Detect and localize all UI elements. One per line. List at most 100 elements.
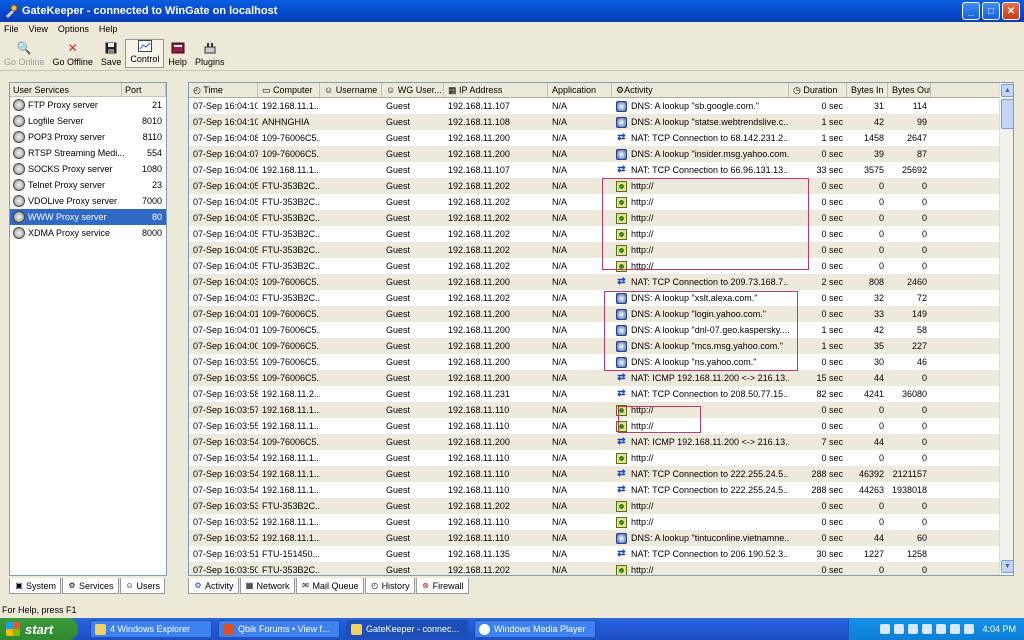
- table-row[interactable]: 07-Sep 16:03:53 FTU-353B2C... Guest 192.168…: [189, 498, 999, 514]
- table-row[interactable]: 07-Sep 16:03:54 192.168.11.1... Guest 192.1…: [189, 482, 999, 498]
- tab-activity[interactable]: ⚙ Activity: [188, 578, 239, 594]
- col-computer[interactable]: ▭ Computer: [258, 83, 320, 97]
- col-application[interactable]: Application: [548, 83, 612, 97]
- service-item[interactable]: WWW Proxy server 80: [10, 209, 166, 225]
- cell-bytes-out: 0: [921, 245, 927, 255]
- services-header-port[interactable]: Port: [122, 83, 166, 96]
- table-row[interactable]: 07-Sep 16:04:05 FTU-353B2C... Guest 192.168…: [189, 194, 999, 210]
- main-tabs: ⚙ Activity ▦ Network ✉ Mail Queue ◴ History …: [188, 578, 470, 594]
- table-row[interactable]: 07-Sep 16:03:51 FTU-151450... Guest 192.168…: [189, 546, 999, 562]
- table-row[interactable]: 07-Sep 16:03:50 FTU-353B2C... Guest 192.168…: [189, 562, 999, 575]
- grid-body: 07-Sep 16:04:10 192.168.11.1... Guest 192.1…: [189, 98, 999, 575]
- minimize-button[interactable]: _: [962, 2, 980, 20]
- table-row[interactable]: 07-Sep 16:03:57 192.168.11.1... Guest 192.1…: [189, 402, 999, 418]
- help-tray-icon[interactable]: [880, 624, 891, 634]
- task-windows-media-player[interactable]: Windows Media Player: [474, 620, 596, 638]
- task-gatekeeper[interactable]: GateKeeper - connec...: [346, 620, 468, 638]
- menu-options[interactable]: Options: [54, 24, 95, 34]
- cell-bytes-out: 0: [921, 437, 927, 447]
- table-row[interactable]: 07-Sep 16:04:01 109-76006C5... Guest 192.16…: [189, 322, 999, 338]
- table-row[interactable]: 07-Sep 16:04:10 ANHNGHIA Guest 192.168.11.1…: [189, 114, 999, 130]
- table-row[interactable]: 07-Sep 16:03:55 192.168.11.1... Guest 192.1…: [189, 418, 999, 434]
- tab-services[interactable]: ⚙ Services: [62, 578, 119, 594]
- security-tray-icon[interactable]: [922, 624, 933, 634]
- col-wg-user[interactable]: ☺ WG User...: [382, 83, 444, 97]
- tab-system[interactable]: ▣ System: [9, 578, 62, 594]
- messenger-tray-icon[interactable]: [950, 624, 961, 634]
- table-row[interactable]: 07-Sep 16:04:10 192.168.11.1... Guest 192.1…: [189, 98, 999, 114]
- table-row[interactable]: 07-Sep 16:04:03 FTU-353B2C... Guest 192.168…: [189, 290, 999, 306]
- table-row[interactable]: 07-Sep 16:03:59 109-76006C5... Guest 192.16…: [189, 370, 999, 386]
- tab-users[interactable]: ☺ Users: [119, 578, 166, 594]
- network-tray-icon[interactable]: [894, 624, 905, 634]
- plugins-button[interactable]: Plugins: [191, 37, 229, 70]
- table-row[interactable]: 07-Sep 16:04:05 FTU-353B2C... Guest 192.168…: [189, 258, 999, 274]
- table-row[interactable]: 07-Sep 16:03:54 109-76006C5... Guest 192.16…: [189, 434, 999, 450]
- table-row[interactable]: 07-Sep 16:04:08 109-76006C5... Guest 192.16…: [189, 130, 999, 146]
- service-item[interactable]: VDOLive Proxy server 7000: [10, 193, 166, 209]
- table-row[interactable]: 07-Sep 16:04:01 109-76006C5... Guest 192.16…: [189, 306, 999, 322]
- col-activity[interactable]: ⚙ Activity: [612, 83, 789, 97]
- tab-history[interactable]: ◴ History: [364, 578, 415, 594]
- table-row[interactable]: 07-Sep 16:03:54 192.168.11.1... Guest 192.1…: [189, 450, 999, 466]
- col-bytes-in[interactable]: Bytes In: [847, 83, 888, 97]
- table-row[interactable]: 07-Sep 16:04:05 FTU-353B2C... Guest 192.168…: [189, 210, 999, 226]
- menu-file[interactable]: File: [0, 24, 25, 34]
- go-online-button[interactable]: 🔍 Go Online: [0, 37, 49, 70]
- table-row[interactable]: 07-Sep 16:04:06 192.168.11.1... Guest 192.1…: [189, 162, 999, 178]
- scroll-up-button[interactable]: ▲: [1001, 84, 1013, 97]
- cell-wg-user: Guest: [386, 197, 411, 207]
- table-row[interactable]: 07-Sep 16:04:03 109-76006C5... Guest 192.16…: [189, 274, 999, 290]
- activity-icon: ⚙: [616, 84, 625, 95]
- service-item[interactable]: SOCKS Proxy server 1080: [10, 161, 166, 177]
- scroll-thumb[interactable]: [1001, 99, 1013, 129]
- cell-time: 07-Sep 16:04:10: [193, 117, 258, 127]
- table-row[interactable]: 07-Sep 16:04:05 FTU-353B2C... Guest 192.168…: [189, 178, 999, 194]
- service-item[interactable]: POP3 Proxy server 8110: [10, 129, 166, 145]
- table-row[interactable]: 07-Sep 16:03:58 192.168.11.2... Guest 192.1…: [189, 386, 999, 402]
- service-item[interactable]: XDMA Proxy service 8000: [10, 225, 166, 241]
- col-bytes-out[interactable]: Bytes Out: [888, 83, 931, 97]
- maximize-button[interactable]: □: [982, 2, 1000, 20]
- tab-mail-queue[interactable]: ✉ Mail Queue: [295, 578, 364, 594]
- tab-network[interactable]: ▦ Network: [239, 578, 295, 594]
- table-row[interactable]: 07-Sep 16:03:59 109-76006C5... Guest 192.16…: [189, 354, 999, 370]
- cell-application: N/A: [552, 469, 568, 479]
- title-bar[interactable]: GateKeeper - connected to WinGate on loc…: [0, 0, 1024, 22]
- service-item[interactable]: Logfile Server 8010: [10, 113, 166, 129]
- scroll-down-button[interactable]: ▼: [1001, 560, 1013, 573]
- table-row[interactable]: 07-Sep 16:04:05 FTU-353B2C... Guest 192.168…: [189, 242, 999, 258]
- table-row[interactable]: 07-Sep 16:03:54 192.168.11.1... Guest 192.1…: [189, 466, 999, 482]
- task-qbik-forums[interactable]: Qbik Forums • View f...: [218, 620, 340, 638]
- control-button[interactable]: Control: [125, 39, 165, 68]
- table-row[interactable]: 07-Sep 16:03:52 192.168.11.1... Guest 192.1…: [189, 530, 999, 546]
- col-time[interactable]: ◴ Time: [189, 83, 258, 97]
- service-item[interactable]: Telnet Proxy server 23: [10, 177, 166, 193]
- close-button[interactable]: ✕: [1002, 2, 1020, 20]
- service-item[interactable]: FTP Proxy server 21: [10, 97, 166, 113]
- tab-firewall[interactable]: ⊗ Firewall: [415, 578, 469, 594]
- menu-help[interactable]: Help: [95, 24, 124, 34]
- help-button[interactable]: Help: [164, 37, 191, 70]
- menu-view[interactable]: View: [25, 24, 54, 34]
- service-item[interactable]: RTSP Streaming Medi... 554: [10, 145, 166, 161]
- vertical-scrollbar[interactable]: ▲ ▼: [999, 83, 1013, 575]
- control-label: Control: [130, 54, 160, 64]
- wingate-tray-icon[interactable]: [964, 624, 975, 634]
- volume-tray-icon[interactable]: [908, 624, 919, 634]
- col-ip[interactable]: ▦ IP Address: [444, 83, 548, 97]
- task-windows-explorer[interactable]: 4 Windows Explorer: [90, 620, 212, 638]
- go-offline-button[interactable]: ✕ Go Offline: [49, 37, 97, 70]
- table-row[interactable]: 07-Sep 16:04:00 109-76006C5... Guest 192.16…: [189, 338, 999, 354]
- save-button[interactable]: Save: [97, 37, 126, 70]
- col-username[interactable]: ☺ Username: [320, 83, 382, 97]
- table-row[interactable]: 07-Sep 16:04:07 109-76006C5... Guest 192.16…: [189, 146, 999, 162]
- col-duration[interactable]: ◷ Duration: [789, 83, 847, 97]
- services-header-name[interactable]: User Services: [10, 83, 122, 96]
- start-button[interactable]: start: [0, 618, 78, 640]
- antivirus-tray-icon[interactable]: [936, 624, 947, 634]
- table-row[interactable]: 07-Sep 16:04:05 FTU-353B2C... Guest 192.168…: [189, 226, 999, 242]
- cell-ip: 192.168.11.200: [448, 133, 510, 143]
- cell-application: N/A: [552, 325, 568, 335]
- table-row[interactable]: 07-Sep 16:03:52 192.168.11.1... Guest 192.1…: [189, 514, 999, 530]
